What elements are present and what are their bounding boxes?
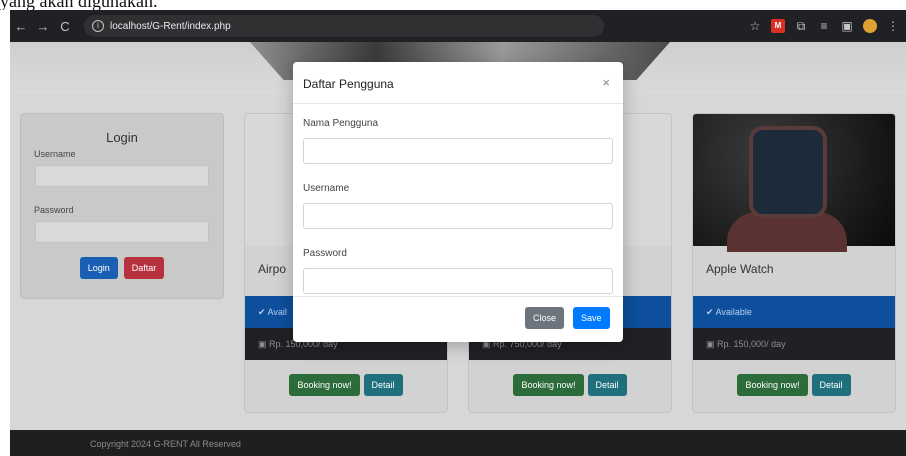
modal-header: Daftar Pengguna ×: [293, 62, 623, 104]
forward-icon[interactable]: →: [32, 19, 54, 34]
register-button[interactable]: Daftar: [123, 257, 165, 279]
username-label: Username: [34, 149, 76, 159]
money-icon: ▣: [706, 339, 718, 349]
register-modal: Daftar Pengguna × Nama Pengguna Username…: [293, 62, 623, 342]
menu-icon[interactable]: ⋮: [886, 19, 900, 33]
fullname-input[interactable]: [303, 138, 613, 164]
watch-strap: [727, 212, 847, 252]
availability-text: Avail: [267, 307, 287, 317]
reload-icon[interactable]: C: [54, 19, 76, 34]
availability-text: Available: [715, 307, 752, 317]
money-icon: ▣: [258, 339, 270, 349]
modal-footer: Close Save: [293, 296, 623, 342]
media-icon[interactable]: ≡: [817, 19, 831, 33]
login-title: Login: [106, 130, 138, 145]
address-bar[interactable]: i localhost/G-Rent/index.php: [84, 15, 604, 37]
extension-m-icon[interactable]: M: [771, 19, 785, 33]
password-input[interactable]: [303, 268, 613, 294]
password-label: Password: [34, 205, 74, 215]
booking-button[interactable]: Booking now!: [289, 374, 360, 396]
modal-title: Daftar Pengguna: [303, 77, 394, 91]
product-image: [693, 114, 895, 252]
sidepanel-icon[interactable]: ▣: [840, 19, 854, 33]
product-name: Apple Watch: [706, 262, 774, 276]
modal-body: Nama Pengguna Username Password: [293, 104, 623, 294]
login-button[interactable]: Login: [79, 257, 118, 279]
close-button[interactable]: Close: [525, 307, 565, 329]
top-text: yang akan digunakan.: [0, 0, 158, 10]
password-input[interactable]: [35, 221, 209, 243]
booking-button[interactable]: Booking now!: [737, 374, 808, 396]
site-info-icon[interactable]: i: [92, 20, 104, 32]
back-icon[interactable]: ←: [10, 19, 32, 34]
username-input[interactable]: [303, 203, 613, 229]
browser-toolbar: ← → C i localhost/G-Rent/index.php ☆ M ⧉…: [10, 10, 906, 42]
username-label: Username: [303, 183, 350, 194]
check-icon: ✔: [258, 307, 268, 317]
detail-button[interactable]: Detail: [587, 374, 627, 396]
password-label: Password: [303, 248, 347, 259]
login-panel: Login Username Password Login Daftar: [20, 113, 224, 299]
username-input[interactable]: [35, 165, 209, 187]
booking-button[interactable]: Booking now!: [513, 374, 584, 396]
product-card: Apple Watch ✔ Available ▣ Rp. 150,000/ d…: [692, 113, 896, 413]
extensions-puzzle-icon[interactable]: ⧉: [794, 19, 808, 33]
profile-avatar[interactable]: [863, 19, 877, 33]
close-icon[interactable]: ×: [602, 75, 610, 90]
save-button[interactable]: Save: [573, 307, 610, 329]
footer: Copyright 2024 G-RENT All Reserved: [10, 430, 906, 456]
price-text: Rp. 150,000/ day: [717, 339, 786, 349]
availability-badge: ✔ Available: [693, 296, 895, 328]
check-icon: ✔: [706, 307, 716, 317]
price-row: ▣ Rp. 150,000/ day: [693, 328, 895, 360]
watch-face: [749, 126, 827, 218]
document-text-strip: yang akan digunakan.: [0, 0, 906, 10]
fullname-label: Nama Pengguna: [303, 118, 379, 129]
bookmark-star-icon[interactable]: ☆: [748, 19, 762, 33]
detail-button[interactable]: Detail: [811, 374, 851, 396]
url-text: localhost/G-Rent/index.php: [110, 20, 231, 32]
detail-button[interactable]: Detail: [363, 374, 403, 396]
